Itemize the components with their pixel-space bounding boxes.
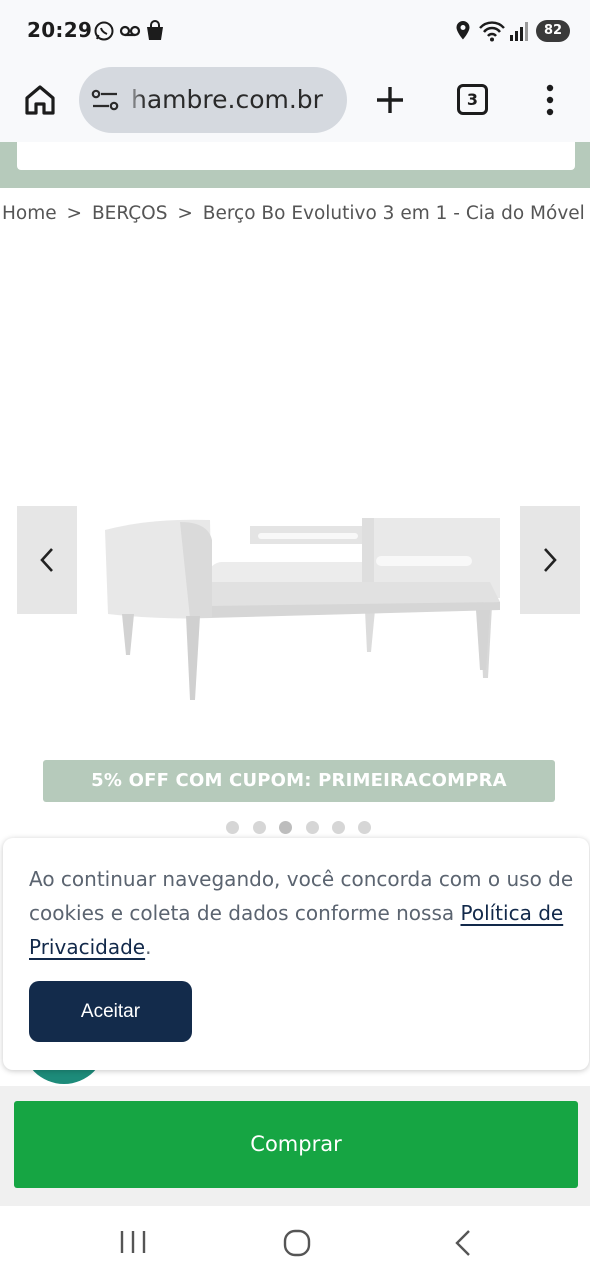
system-nav-bar xyxy=(0,1206,590,1280)
chevron-right-icon xyxy=(544,548,557,572)
breadcrumb-category[interactable]: BERÇOS xyxy=(92,203,168,224)
gallery-dot[interactable] xyxy=(358,821,371,834)
status-bar: 20:29 82 xyxy=(0,0,590,62)
breadcrumb-separator: > xyxy=(66,203,83,224)
wifi-icon xyxy=(479,21,505,42)
battery-indicator: 82 xyxy=(536,20,570,42)
address-bar[interactable]: hambre.com.br xyxy=(79,67,347,133)
voicemail-icon xyxy=(119,25,141,37)
gallery-next-button[interactable] xyxy=(520,506,580,614)
breadcrumb-current: Berço Bo Evolutivo 3 em 1 - Cia do Móvel xyxy=(202,203,585,224)
product-gallery xyxy=(0,245,590,805)
home-circle-icon[interactable] xyxy=(282,1228,312,1258)
gallery-dot[interactable] xyxy=(253,821,266,834)
gallery-dot-active[interactable] xyxy=(279,821,292,834)
shopping-bag-icon xyxy=(147,20,163,40)
signal-icon xyxy=(510,22,528,41)
browser-toolbar: hambre.com.br 3 xyxy=(0,62,590,142)
gallery-dot[interactable] xyxy=(226,821,239,834)
gallery-dot[interactable] xyxy=(332,821,345,834)
product-image-crib[interactable] xyxy=(100,510,505,725)
tab-switcher-button[interactable]: 3 xyxy=(457,84,488,115)
whatsapp-icon xyxy=(94,21,114,41)
site-settings-icon[interactable] xyxy=(91,89,119,111)
home-icon[interactable] xyxy=(20,80,60,120)
location-icon xyxy=(456,21,470,40)
breadcrumb: Home > BERÇOS > Berço Bo Evolutivo 3 em … xyxy=(2,203,590,224)
url-text[interactable]: hambre.com.br xyxy=(131,85,323,114)
search-field[interactable] xyxy=(17,142,575,170)
promo-coupon-banner: 5% OFF COM CUPOM: PRIMEIRACOMPRA xyxy=(43,760,555,802)
gallery-prev-button[interactable] xyxy=(17,506,77,614)
cookie-banner: Ao continuar navegando, você concorda co… xyxy=(3,838,589,1070)
cookie-message-suffix: . xyxy=(145,935,152,959)
url-fade xyxy=(123,67,145,133)
cookie-message: Ao continuar navegando, você concorda co… xyxy=(29,862,574,964)
breadcrumb-home[interactable]: Home xyxy=(2,203,57,224)
accept-cookies-button[interactable]: Aceitar xyxy=(29,981,192,1042)
back-icon[interactable] xyxy=(452,1228,474,1258)
recent-apps-icon[interactable] xyxy=(118,1228,148,1256)
buy-button[interactable]: Comprar xyxy=(14,1101,578,1188)
gallery-dots xyxy=(226,821,376,835)
new-tab-icon[interactable] xyxy=(372,82,408,118)
gallery-dot[interactable] xyxy=(306,821,319,834)
more-menu-icon[interactable] xyxy=(538,82,562,118)
chevron-left-icon xyxy=(40,548,53,572)
clock: 20:29 xyxy=(27,18,93,42)
breadcrumb-separator: > xyxy=(177,203,193,224)
